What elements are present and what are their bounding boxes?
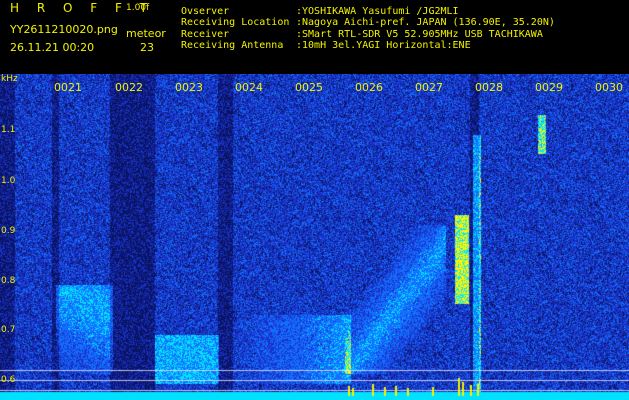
observer-value: :YOSHIKAWA Yasufumi /JG2MLI xyxy=(296,6,459,17)
spectrogram-canvas xyxy=(0,74,629,400)
minute-label-0024: 0024 xyxy=(235,81,263,94)
file-name: YY2611210020.png xyxy=(10,23,118,36)
header-panel: H R O F F T 1.00f YY2611210020.png 26.11… xyxy=(0,0,629,74)
receiver-key: Receiver xyxy=(181,29,230,40)
minute-label-0021: 0021 xyxy=(54,81,82,94)
antenna-key: Receiving Antenna xyxy=(181,40,284,51)
minute-label-0025: 0025 xyxy=(295,81,323,94)
location-value: :Nagoya Aichi-pref. JAPAN (136.90E, 35.2… xyxy=(296,17,555,28)
freq-tick-0.7: 0.7 xyxy=(1,325,16,335)
observer-key: Ovserver xyxy=(181,6,230,17)
date-time: 26.11.21 00:20 xyxy=(10,41,95,54)
antenna-value: :10mH 3el.YAGI Horizontal:ENE xyxy=(296,40,471,51)
freq-tick-0.9: 0.9 xyxy=(1,226,16,236)
minute-label-0028: 0028 xyxy=(475,81,503,94)
freq-tick-0.6: 0.6 xyxy=(1,375,16,385)
meteor-count: 23 xyxy=(140,41,154,54)
minute-label-0027: 0027 xyxy=(415,81,443,94)
location-key: Receiving Location xyxy=(181,17,290,28)
minute-label-0030: 0030 xyxy=(595,81,623,94)
minute-label-0023: 0023 xyxy=(175,81,203,94)
minute-label-0022: 0022 xyxy=(115,81,143,94)
frequency-unit-label: kHz xyxy=(1,74,18,84)
minute-label-0026: 0026 xyxy=(355,81,383,94)
freq-tick-1.0: 1.0 xyxy=(1,176,16,186)
meteor-label: meteor xyxy=(126,27,166,40)
app-version: 1.00f xyxy=(126,3,150,13)
freq-tick-0.8: 0.8 xyxy=(1,276,16,286)
receiver-value: :SMart RTL-SDR V5 52.905MHz USB TACHIKAW… xyxy=(296,29,543,40)
freq-tick-1.1: 1.1 xyxy=(1,125,16,135)
minute-label-0029: 0029 xyxy=(535,81,563,94)
